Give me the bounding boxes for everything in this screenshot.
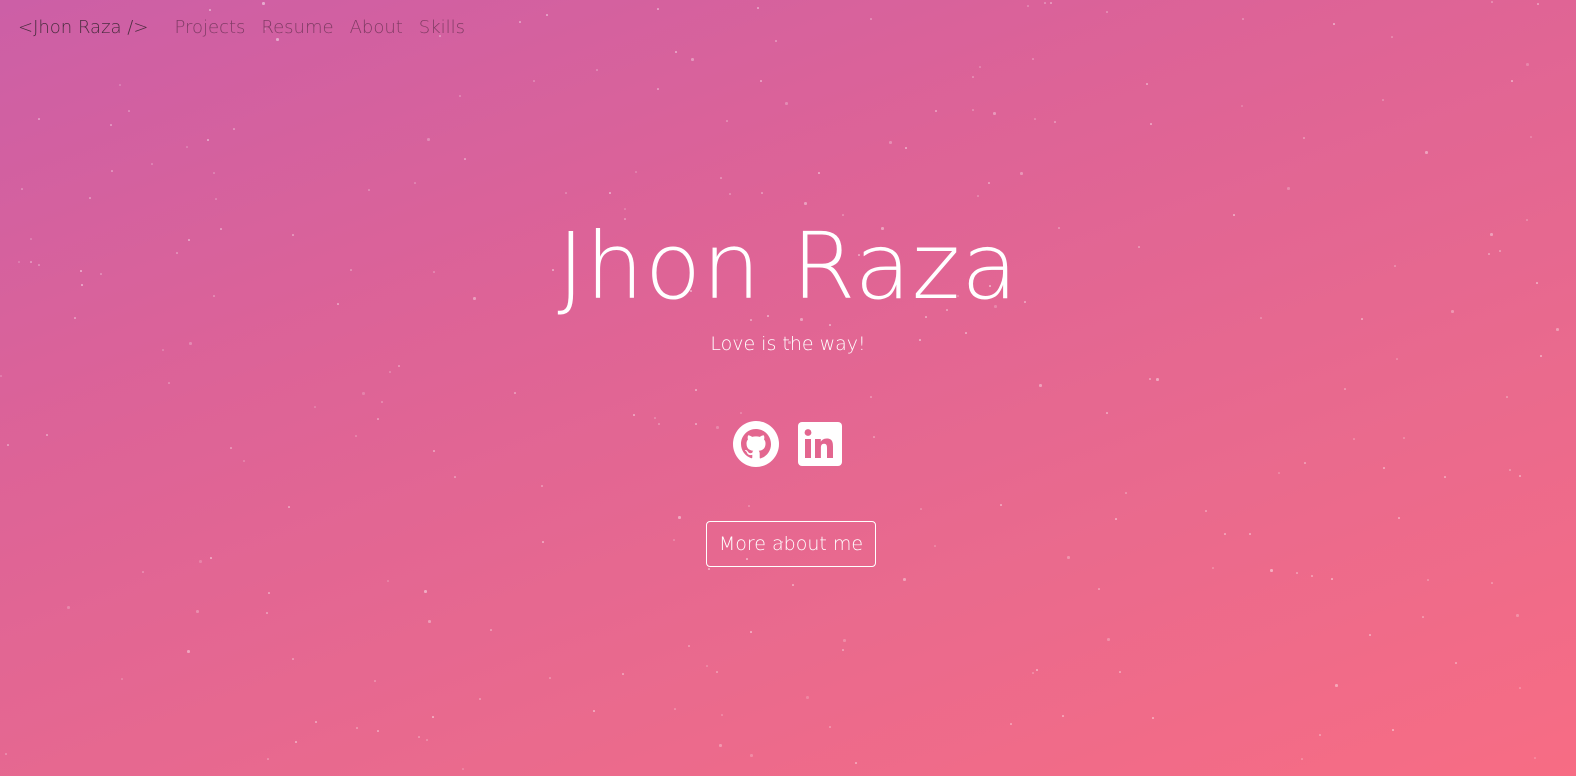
linkedin-link[interactable]	[796, 420, 844, 468]
more-about-me-button[interactable]: More about me	[706, 521, 876, 567]
hero-section: Jhon Raza Love is the way! More about me	[0, 0, 1576, 776]
github-link[interactable]	[732, 420, 780, 468]
github-icon	[733, 421, 779, 467]
social-links	[0, 420, 1576, 470]
hero-name: Jhon Raza	[557, 213, 1019, 320]
linkedin-icon	[798, 422, 842, 466]
hero-tagline: Love is the way!	[710, 333, 866, 355]
